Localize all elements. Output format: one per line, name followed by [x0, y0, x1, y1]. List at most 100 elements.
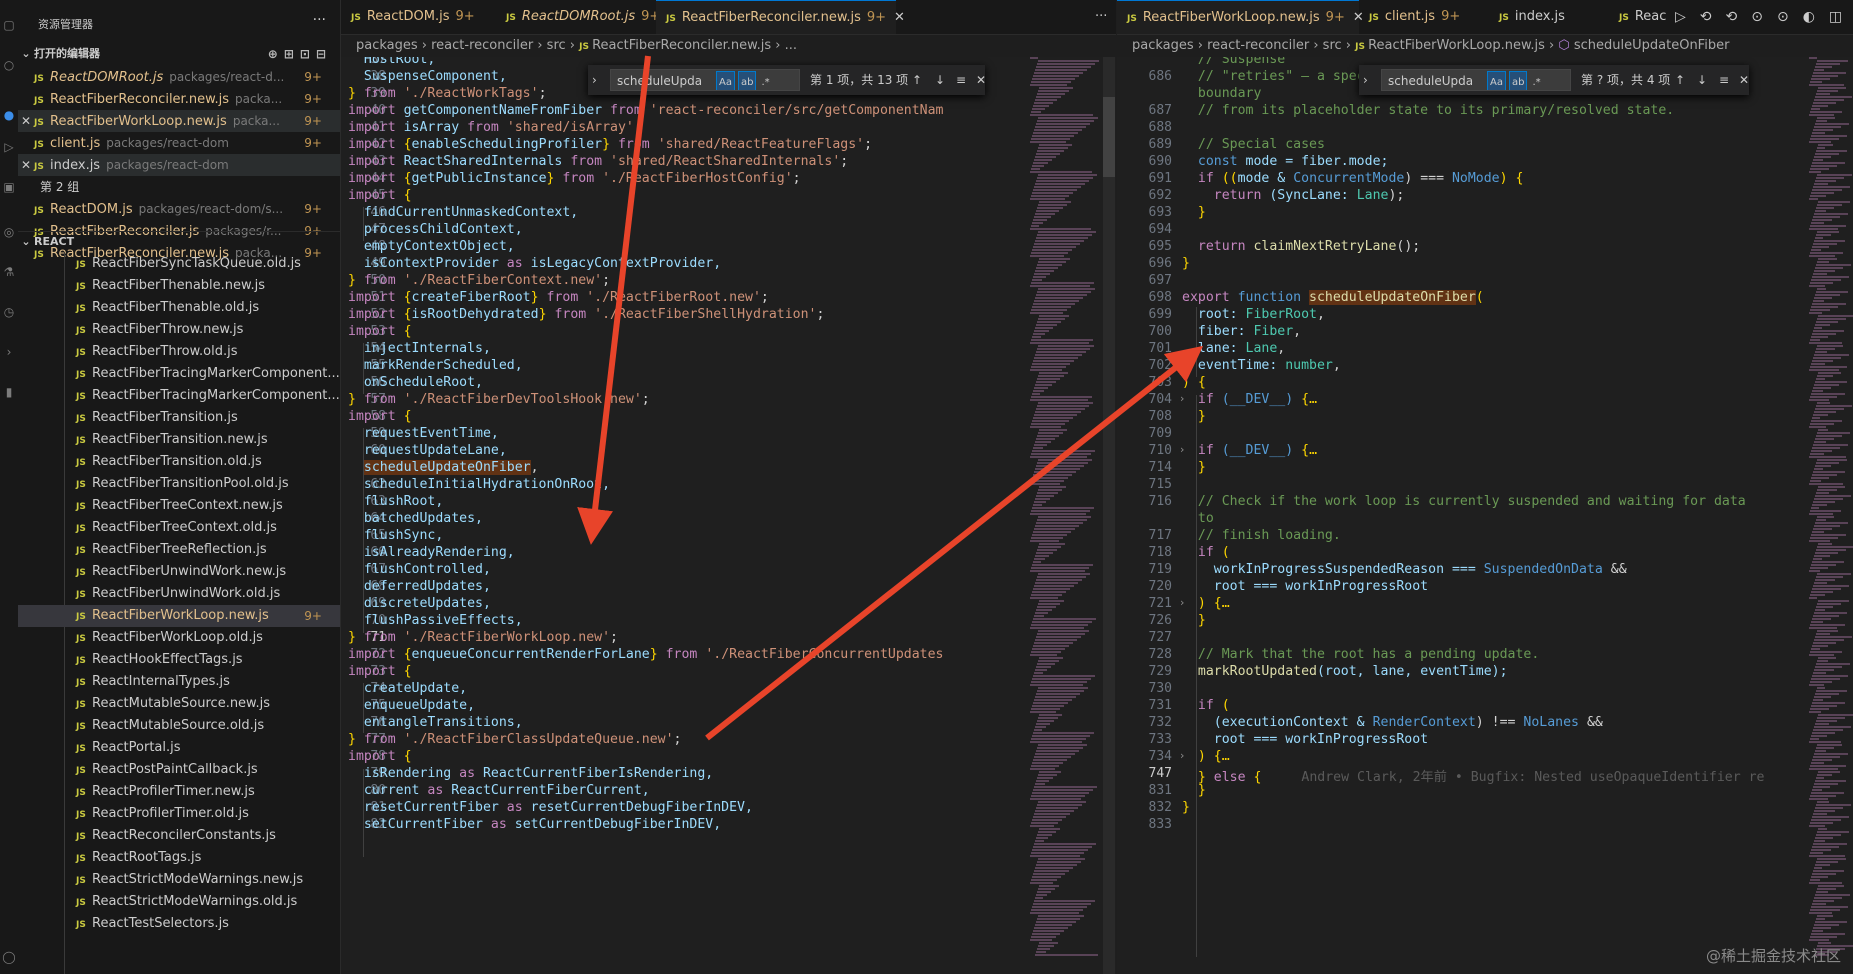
file-tree-item[interactable]: JS ReactPortal.js [18, 737, 340, 759]
fold-chevron-icon[interactable]: › [1180, 749, 1184, 762]
file-tree-item[interactable]: JS ReactFiberTransition.old.js [18, 451, 340, 473]
close-icon[interactable]: ✕ [976, 65, 986, 95]
file-tree-item[interactable]: JS ReactFiberTransition.new.js [18, 429, 340, 451]
file-tree-item[interactable]: JS ReactFiberSyncTaskQueue.old.js [18, 253, 340, 275]
editor-tab[interactable]: JS index.js [1489, 0, 1609, 34]
fold-chevron-icon[interactable]: › [1180, 392, 1184, 405]
breadcrumb-item[interactable]: ReactFiberWorkLoop.new.js [1368, 38, 1545, 53]
file-tree-item[interactable]: JS ReactTestSelectors.js [18, 913, 340, 935]
timeline-icon[interactable]: ◷ [2, 305, 16, 319]
file-tree-item[interactable]: JS ReactFiberThenable.new.js [18, 275, 340, 297]
breadcrumb-item[interactable]: packages [356, 38, 418, 53]
file-tree-item[interactable]: JS ReactFiberThrow.new.js [18, 319, 340, 341]
account-icon[interactable]: ◯ [2, 950, 16, 964]
breadcrumb-item[interactable]: scheduleUpdateOnFiber [1574, 38, 1730, 53]
breadcrumb-item[interactable]: src [547, 38, 566, 53]
remote-icon[interactable]: ◎ [2, 225, 16, 239]
more-actions-icon[interactable]: ··· [1085, 0, 1117, 34]
match-word-toggle[interactable]: ab [1508, 71, 1528, 90]
next-match-icon[interactable]: ↓ [935, 65, 945, 95]
previous-match-icon[interactable]: ↑ [1675, 65, 1685, 95]
file-tree-item[interactable]: JS ReactHookEffectTags.js [18, 649, 340, 671]
panel-icon[interactable]: ▮ [2, 385, 16, 399]
editor-tab[interactable]: JS ReactFiberWorkLoop.new.js 9+ ✕ [1117, 0, 1364, 34]
file-tree-item[interactable]: JS ReactFiberTracingMarkerComponent.... [18, 363, 340, 385]
breadcrumb-item[interactable]: ReactFiberReconciler.new.js [592, 38, 771, 53]
match-case-toggle[interactable]: Aa [1487, 71, 1506, 90]
breadcrumb-item[interactable]: react-reconciler [1207, 38, 1309, 53]
left-editor[interactable]: 37 HostRoot, 38 SuspenseComponent, 39} fro… [341, 57, 1116, 974]
extensions-icon[interactable]: ▣ [2, 180, 16, 194]
editor-tab[interactable]: JS ReactFiberReconciler.new.js 9+ ✕ [656, 0, 905, 34]
close-icon[interactable]: ✕ [18, 110, 34, 132]
file-tree-item[interactable]: JS ReactProfilerTimer.new.js [18, 781, 340, 803]
search-icon[interactable]: ○ [2, 58, 16, 72]
close-icon[interactable]: ✕ [894, 10, 905, 25]
right-minimap[interactable] [1807, 57, 1853, 974]
left-scroll-thumb[interactable] [1103, 97, 1115, 177]
more-actions-icon[interactable]: ··· [313, 12, 326, 28]
file-tree-item[interactable]: JS ReactFiberWorkLoop.old.js [18, 627, 340, 649]
close-icon[interactable]: ✕ [1739, 65, 1749, 95]
open-editor-item[interactable]: JS client.js packages/react-dom 9+ [18, 132, 340, 154]
find-in-selection-icon[interactable]: ≡ [956, 65, 966, 95]
left-scrollbar[interactable] [1103, 57, 1115, 974]
regex-toggle[interactable]: .* [1530, 72, 1542, 90]
file-tree-item[interactable]: JS ReactProfilerTimer.old.js [18, 803, 340, 825]
open-editors-header[interactable]: ⌄ 打开的编辑器 ⊕⊞⊡⊟ [18, 44, 340, 64]
regex-toggle[interactable]: .* [759, 72, 771, 90]
close-icon[interactable]: ✕ [18, 154, 34, 176]
file-tree-item[interactable]: JS ReactStrictModeWarnings.new.js [18, 869, 340, 891]
toggle-replace-icon[interactable]: › [592, 65, 597, 95]
match-word-toggle[interactable]: ab [737, 71, 757, 90]
open-editor-item[interactable]: JS ReactDOMRoot.js packages/react-d... 9+ [18, 66, 340, 88]
testing-icon[interactable]: ⚗ [2, 265, 16, 279]
fold-chevron-icon[interactable]: › [1180, 596, 1184, 609]
editor-actions[interactable]: ▷⟲⟲⊙⊙◐◫ [1675, 9, 1853, 25]
file-tree-item[interactable]: JS ReactInternalTypes.js [18, 671, 340, 693]
match-case-toggle[interactable]: Aa [716, 71, 735, 90]
find-input[interactable]: scheduleUpda Aa ab .* [610, 69, 800, 91]
file-tree-item[interactable]: JS ReactFiberWorkLoop.new.js 9+ [18, 605, 340, 627]
breadcrumb-item[interactable]: src [1323, 38, 1342, 53]
file-tree-item[interactable]: JS ReactStrictModeWarnings.old.js [18, 891, 340, 913]
open-editor-item[interactable]: JS ReactFiberReconciler.new.js packa... 9+ [18, 88, 340, 110]
file-tree-item[interactable]: JS ReactFiberTransitionPool.old.js [18, 473, 340, 495]
file-tree-item[interactable]: JS ReactReconcilerConstants.js [18, 825, 340, 847]
open-editor-item[interactable]: ✕ JS ReactFiberWorkLoop.new.js packa... 9+ [18, 110, 340, 132]
left-minimap[interactable] [1028, 57, 1103, 974]
file-tree-item[interactable]: JS ReactMutableSource.new.js [18, 693, 340, 715]
editor-tab[interactable]: JS ReactDOM.js 9+ [341, 0, 496, 34]
run-icon[interactable]: ▷ [2, 140, 16, 154]
editor-tab[interactable]: JS client.js 9+ [1359, 0, 1489, 34]
source-control-icon[interactable]: ● [2, 108, 16, 122]
file-tree-item[interactable]: JS ReactFiberUnwindWork.old.js [18, 583, 340, 605]
project-header[interactable]: ⌄ REACT [18, 231, 340, 252]
open-editors-actions[interactable]: ⊕⊞⊡⊟ [268, 44, 332, 64]
editor-tab[interactable]: JS ReactDOMRoot.js 9+ [496, 0, 660, 34]
file-tree-item[interactable]: JS ReactFiberUnwindWork.new.js [18, 561, 340, 583]
previous-match-icon[interactable]: ↑ [912, 65, 922, 95]
chevron-right-icon[interactable]: › [2, 345, 16, 359]
breadcrumb-item[interactable]: react-reconciler [431, 38, 533, 53]
breadcrumb-item[interactable]: ... [785, 38, 797, 53]
file-tree-item[interactable]: JS ReactFiberTreeContext.new.js [18, 495, 340, 517]
editor-tab[interactable]: JS Reac [1609, 0, 1669, 34]
file-tree-item[interactable]: JS ReactFiberTreeReflection.js [18, 539, 340, 561]
find-in-selection-icon[interactable]: ≡ [1719, 65, 1729, 95]
file-tree-item[interactable]: JS ReactPostPaintCallback.js [18, 759, 340, 781]
file-tree-item[interactable]: JS ReactMutableSource.old.js [18, 715, 340, 737]
file-tree-item[interactable]: JS ReactFiberThenable.old.js [18, 297, 340, 319]
file-tree-item[interactable]: JS ReactFiberTreeContext.old.js [18, 517, 340, 539]
find-input[interactable]: scheduleUpda Aa ab .* [1381, 69, 1571, 91]
right-editor[interactable]: // Suspense686 // "retries" — a special … [1117, 57, 1853, 974]
file-tree-item[interactable]: JS ReactFiberTransition.js [18, 407, 340, 429]
next-match-icon[interactable]: ↓ [1697, 65, 1707, 95]
files-icon[interactable]: ▢ [2, 18, 16, 32]
toggle-replace-icon[interactable]: › [1363, 65, 1368, 95]
file-tree-item[interactable]: JS ReactRootTags.js [18, 847, 340, 869]
file-tree-item[interactable]: JS ReactFiberTracingMarkerComponent.... [18, 385, 340, 407]
open-editor-item[interactable]: JS ReactDOM.js packages/react-dom/s... 9+ [18, 198, 340, 220]
file-tree-item[interactable]: JS ReactFiberThrow.old.js [18, 341, 340, 363]
fold-chevron-icon[interactable]: › [1180, 443, 1184, 456]
